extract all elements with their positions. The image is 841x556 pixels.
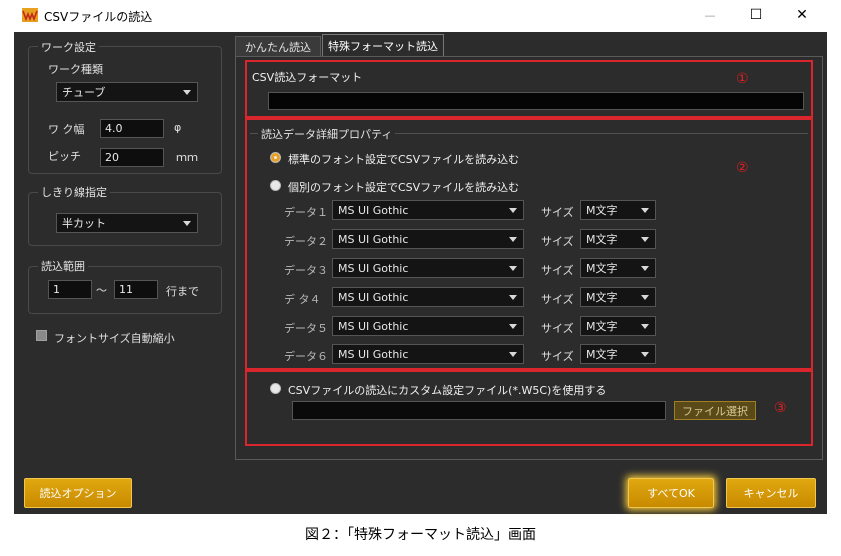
cancel-button[interactable]: キャンセル [726, 478, 816, 508]
font-value: MS UI Gothic [338, 261, 409, 275]
work-type-value: チューブ [62, 86, 106, 99]
radio-standard-font[interactable] [270, 152, 281, 163]
data-row-2: データ２ MS UI Gothic サイズ M文字 [14, 229, 827, 251]
size-label: サイズ [541, 293, 574, 306]
chevron-down-icon [183, 90, 191, 95]
ok-all-button[interactable]: すべてOK [628, 478, 714, 508]
pitch-label: ピッチ [48, 150, 81, 163]
radio-custom-settings[interactable] [270, 383, 281, 394]
chevron-down-icon [641, 352, 649, 357]
figure-caption: 図２：「特殊フォーマット読込」画面 [305, 527, 536, 543]
app-logo-icon [22, 8, 38, 22]
font-value: MS UI Gothic [338, 203, 409, 217]
size-dropdown[interactable]: M文字 [580, 229, 656, 249]
custom-path-input[interactable] [292, 401, 666, 420]
data-row-1: データ１ MS UI Gothic サイズ M文字 [14, 200, 827, 222]
radio-standard-font-label: 標準のフォント設定でCSVファイルを読み込む [288, 153, 520, 166]
maximize-button[interactable]: ☐ [736, 2, 776, 28]
minimize-button[interactable]: — [690, 2, 730, 28]
maximize-icon: ☐ [749, 7, 763, 23]
chevron-down-icon [641, 208, 649, 213]
work-width-input[interactable] [100, 119, 164, 138]
size-value: M文字 [586, 262, 618, 275]
chevron-down-icon [509, 324, 517, 329]
window-title: CSVファイルの読込 [44, 10, 153, 24]
dialog-body: ワーク設定 ワーク種類 チューブ ワ ク幅 φ ピッチ ｍｍ しきり線指定 半カ… [14, 32, 827, 514]
close-button[interactable]: ✕ [782, 2, 822, 28]
chevron-down-icon [509, 237, 517, 242]
font-dropdown[interactable]: MS UI Gothic [332, 344, 524, 364]
data-row-label: データ３ [284, 264, 328, 277]
format-title: CSV読込フォーマット [252, 71, 363, 84]
font-dropdown[interactable]: MS UI Gothic [332, 316, 524, 336]
work-type-dropdown[interactable]: チューブ [56, 82, 198, 102]
size-value: M文字 [586, 233, 618, 246]
size-dropdown[interactable]: M文字 [580, 287, 656, 307]
tab-special-format-read[interactable]: 特殊フォーマット読込 [322, 34, 444, 56]
size-label: サイズ [541, 264, 574, 277]
data-row-label: データ６ [284, 350, 328, 363]
data-row-label: データ５ [284, 322, 328, 335]
chevron-down-icon [509, 352, 517, 357]
tab-simple-read[interactable]: かんたん読込 [235, 36, 321, 56]
pitch-unit: ｍｍ [176, 151, 198, 164]
size-value: M文字 [586, 204, 618, 217]
work-type-label: ワーク種類 [48, 63, 103, 76]
marker-1: ① [736, 71, 749, 87]
radio-individual-font[interactable] [270, 180, 281, 191]
work-width-unit: φ [174, 121, 182, 134]
chevron-down-icon [509, 295, 517, 300]
close-icon: ✕ [796, 7, 808, 23]
divider-title: しきり線指定 [38, 184, 110, 200]
data-row-6: データ６ MS UI Gothic サイズ M文字 [14, 344, 827, 366]
read-options-button[interactable]: 読込オプション [24, 478, 132, 508]
data-row-5: データ５ MS UI Gothic サイズ M文字 [14, 316, 827, 338]
size-label: サイズ [541, 206, 574, 219]
title-bar: CSVファイルの読込 — ☐ ✕ [14, 0, 841, 32]
chevron-down-icon [641, 324, 649, 329]
pitch-input[interactable] [100, 148, 164, 167]
format-input[interactable] [268, 92, 804, 110]
size-label: サイズ [541, 235, 574, 248]
radio-individual-font-label: 個別のフォント設定でCSVファイルを読み込む [288, 181, 520, 194]
minimize-icon: — [704, 8, 716, 22]
data-row-label: データ２ [284, 235, 328, 248]
font-dropdown[interactable]: MS UI Gothic [332, 229, 524, 249]
font-value: MS UI Gothic [338, 347, 409, 361]
size-dropdown[interactable]: M文字 [580, 344, 656, 364]
size-value: M文字 [586, 348, 618, 361]
size-value: M文字 [586, 320, 618, 333]
chevron-down-icon [641, 266, 649, 271]
font-value: MS UI Gothic [338, 319, 409, 333]
work-width-label: ワ ク幅 [48, 123, 85, 136]
chevron-down-icon [509, 208, 517, 213]
data-row-label: デ タ４ [284, 293, 321, 306]
tab-simple-read-label: かんたん読込 [245, 40, 311, 54]
size-label: サイズ [541, 322, 574, 335]
radio-custom-settings-label: CSVファイルの読込にカスタム設定ファイル(*.W5C)を使用する [288, 384, 607, 397]
font-dropdown[interactable]: MS UI Gothic [332, 287, 524, 307]
data-row-label: データ１ [284, 206, 328, 219]
data-row-4: デ タ４ MS UI Gothic サイズ M文字 [14, 287, 827, 309]
font-value: MS UI Gothic [338, 290, 409, 304]
chevron-down-icon [641, 237, 649, 242]
properties-title: 読込データ詳細プロパティ [258, 126, 396, 142]
size-dropdown[interactable]: M文字 [580, 316, 656, 336]
size-dropdown[interactable]: M文字 [580, 200, 656, 220]
size-value: M文字 [586, 291, 618, 304]
font-dropdown[interactable]: MS UI Gothic [332, 200, 524, 220]
work-settings-title: ワーク設定 [38, 39, 99, 55]
tab-special-format-read-label: 特殊フォーマット読込 [328, 39, 438, 53]
file-select-button[interactable]: ファイル選択 [674, 401, 756, 420]
font-value: MS UI Gothic [338, 232, 409, 246]
font-dropdown[interactable]: MS UI Gothic [332, 258, 524, 278]
chevron-down-icon [641, 295, 649, 300]
marker-3: ③ [774, 400, 787, 416]
size-dropdown[interactable]: M文字 [580, 258, 656, 278]
marker-2: ② [736, 160, 749, 176]
size-label: サイズ [541, 350, 574, 363]
data-row-3: データ３ MS UI Gothic サイズ M文字 [14, 258, 827, 280]
chevron-down-icon [509, 266, 517, 271]
